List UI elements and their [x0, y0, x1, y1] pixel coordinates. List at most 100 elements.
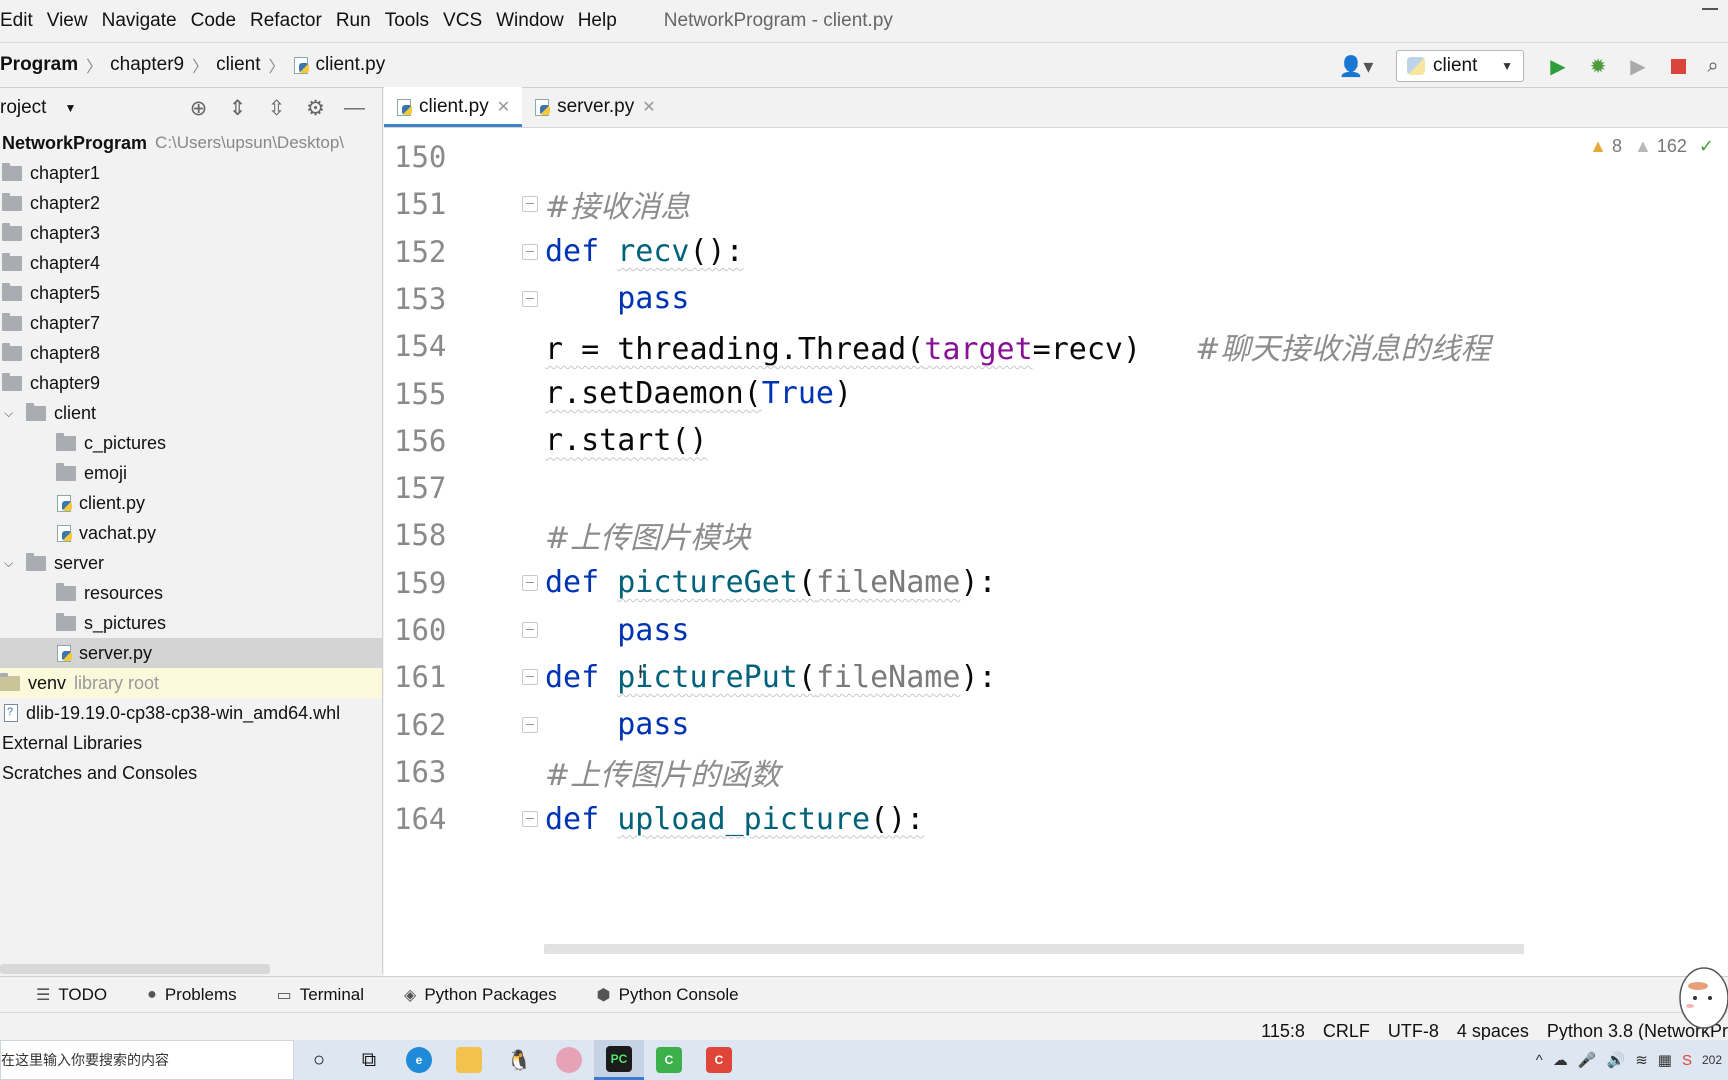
tree-item-client[interactable]: ⌵ client	[0, 398, 382, 428]
tree-item-chapter4[interactable]: chapter4	[0, 248, 382, 278]
code-line[interactable]: 152 def recv():	[384, 226, 1728, 278]
code-line[interactable]: 163 #上传图片的函数	[384, 746, 1728, 798]
line-number[interactable]: 150	[394, 140, 454, 174]
fold-marker-icon[interactable]	[522, 243, 538, 260]
tree-root[interactable]: NetworkProgram C:\Users\upsun\Desktop\	[0, 128, 382, 158]
tree-item-chapter5[interactable]: chapter5	[0, 278, 382, 308]
volume-icon[interactable]: 🔊	[1607, 1051, 1626, 1069]
close-icon[interactable]: ✕	[497, 97, 510, 117]
tab-client-py[interactable]: client.py ✕	[384, 87, 523, 127]
edge-icon[interactable]: e	[394, 1040, 444, 1080]
fold-marker-icon[interactable]	[522, 196, 538, 213]
stop-icon[interactable]	[1658, 55, 1698, 78]
code-line[interactable]: 162 pass	[384, 699, 1728, 751]
expand-arrow-icon[interactable]: ⌵	[4, 406, 18, 421]
tree-item-vachat-py[interactable]: vachat.py	[0, 518, 382, 548]
project-panel-title[interactable]: roject	[0, 97, 46, 119]
hide-panel-icon[interactable]: —	[335, 96, 374, 120]
pycharm-icon[interactable]: PC	[594, 1040, 644, 1080]
breadcrumb-file[interactable]: client.py	[316, 54, 386, 76]
tool-window-terminal[interactable]: ▭ Terminal	[277, 985, 364, 1005]
code-line[interactable]: 153 pass	[384, 273, 1728, 325]
line-number[interactable]: 157	[394, 471, 454, 505]
keyboard-icon[interactable]: ▦	[1658, 1051, 1672, 1069]
taskbar-search-input[interactable]: 在这里输入你要搜索的内容	[0, 1040, 294, 1080]
clock[interactable]: 202	[1702, 1053, 1722, 1067]
line-number[interactable]: 160	[394, 613, 454, 647]
code-line[interactable]: 164 def upload_picture():	[384, 793, 1728, 845]
sogou-input-icon[interactable]: S	[1682, 1052, 1692, 1069]
code-line[interactable]: 151 #接收消息	[384, 178, 1728, 230]
menu-edit[interactable]: Edit	[0, 10, 40, 32]
tree-item-external-libraries[interactable]: External Libraries	[0, 728, 382, 758]
tree-item-chapter3[interactable]: chapter3	[0, 218, 382, 248]
run-icon[interactable]: ▶	[1538, 54, 1578, 79]
breadcrumb-subfolder[interactable]: client	[216, 54, 260, 76]
tree-item-client-py[interactable]: client.py	[0, 488, 382, 518]
minimize-button[interactable]	[1702, 8, 1718, 10]
tree-item-server[interactable]: ⌵ server	[0, 548, 382, 578]
horizontal-scrollbar[interactable]	[0, 964, 270, 974]
cortana-icon[interactable]: ○	[294, 1040, 344, 1080]
fold-marker-icon[interactable]	[522, 669, 538, 686]
menu-help[interactable]: Help	[571, 10, 624, 32]
tree-item-chapter2[interactable]: chapter2	[0, 188, 382, 218]
caret-position[interactable]: 115:8	[1261, 1021, 1305, 1042]
camtasia-green-icon[interactable]: C	[644, 1040, 694, 1080]
tab-server-py[interactable]: server.py ✕	[522, 87, 668, 127]
line-number[interactable]: 152	[394, 235, 454, 269]
tree-item-venv[interactable]: venv library root	[0, 668, 382, 698]
line-number[interactable]: 161	[394, 660, 454, 694]
code-editor[interactable]: ▲ 8 ▲ 162 ✓ 150 151 #接收消息 152 def recv(): 153…	[384, 128, 1728, 976]
tree-item-resources[interactable]: resources	[0, 578, 382, 608]
line-number[interactable]: 163	[394, 755, 454, 789]
code-line[interactable]: 157	[384, 462, 1728, 514]
qq-icon[interactable]: 🐧	[494, 1040, 544, 1080]
camtasia-red-icon[interactable]: C	[694, 1040, 744, 1080]
line-number[interactable]: 155	[394, 377, 454, 411]
line-number[interactable]: 154	[394, 329, 454, 363]
gear-icon[interactable]: ⚙	[296, 96, 335, 121]
code-line[interactable]: 161 def picturePut(fileName):	[384, 651, 1728, 703]
breadcrumb-project[interactable]: Program	[0, 54, 78, 76]
tree-item-whl[interactable]: dlib-19.19.0-cp38-cp38-win_amd64.whl	[0, 698, 382, 728]
tool-window-problems[interactable]: ● Problems	[147, 985, 236, 1005]
menu-tools[interactable]: Tools	[378, 10, 436, 32]
editor-horizontal-scrollbar[interactable]	[544, 944, 1524, 954]
coverage-icon[interactable]: ▶	[1618, 54, 1658, 79]
line-number[interactable]: 151	[394, 187, 454, 221]
line-separator[interactable]: CRLF	[1323, 1021, 1370, 1042]
code-line[interactable]: 158 #上传图片模块	[384, 509, 1728, 561]
wifi-icon[interactable]: ≋	[1635, 1051, 1648, 1069]
tree-item-chapter1[interactable]: chapter1	[0, 158, 382, 188]
expand-arrow-icon[interactable]: ⌵	[4, 556, 18, 571]
menu-view[interactable]: View	[40, 10, 95, 32]
line-number[interactable]: 153	[394, 282, 454, 316]
expand-all-icon[interactable]: ⇕	[218, 96, 257, 121]
tree-item-chapter7[interactable]: chapter7	[0, 308, 382, 338]
line-number[interactable]: 164	[394, 802, 454, 836]
breadcrumb-folder[interactable]: chapter9	[110, 54, 184, 76]
menu-code[interactable]: Code	[184, 10, 243, 32]
tool-window-python-packages[interactable]: ◈ Python Packages	[404, 985, 557, 1005]
close-icon[interactable]: ✕	[642, 97, 655, 117]
chevron-up-icon[interactable]: ^	[1536, 1052, 1543, 1069]
menu-run[interactable]: Run	[329, 10, 378, 32]
indent-setting[interactable]: 4 spaces	[1457, 1021, 1529, 1042]
run-config-select[interactable]: client ▼	[1396, 50, 1524, 82]
chevron-down-icon[interactable]: ▼	[64, 101, 76, 115]
tool-window-python-console[interactable]: ⬢ Python Console	[597, 985, 739, 1005]
fold-marker-icon[interactable]	[522, 290, 538, 307]
fold-marker-icon[interactable]	[522, 574, 538, 591]
locate-file-icon[interactable]: ⊕	[179, 96, 218, 121]
tree-item-emoji[interactable]: emoji	[0, 458, 382, 488]
search-icon[interactable]: ⌕	[1698, 55, 1728, 78]
file-explorer-icon[interactable]	[444, 1040, 494, 1080]
debug-icon[interactable]: ✹	[1578, 54, 1618, 79]
menu-refactor[interactable]: Refactor	[243, 10, 329, 32]
file-encoding[interactable]: UTF-8	[1388, 1021, 1439, 1042]
fold-marker-icon[interactable]	[522, 811, 538, 828]
network-app-icon[interactable]	[544, 1040, 594, 1080]
tree-item-chapter8[interactable]: chapter8	[0, 338, 382, 368]
line-number[interactable]: 159	[394, 566, 454, 600]
